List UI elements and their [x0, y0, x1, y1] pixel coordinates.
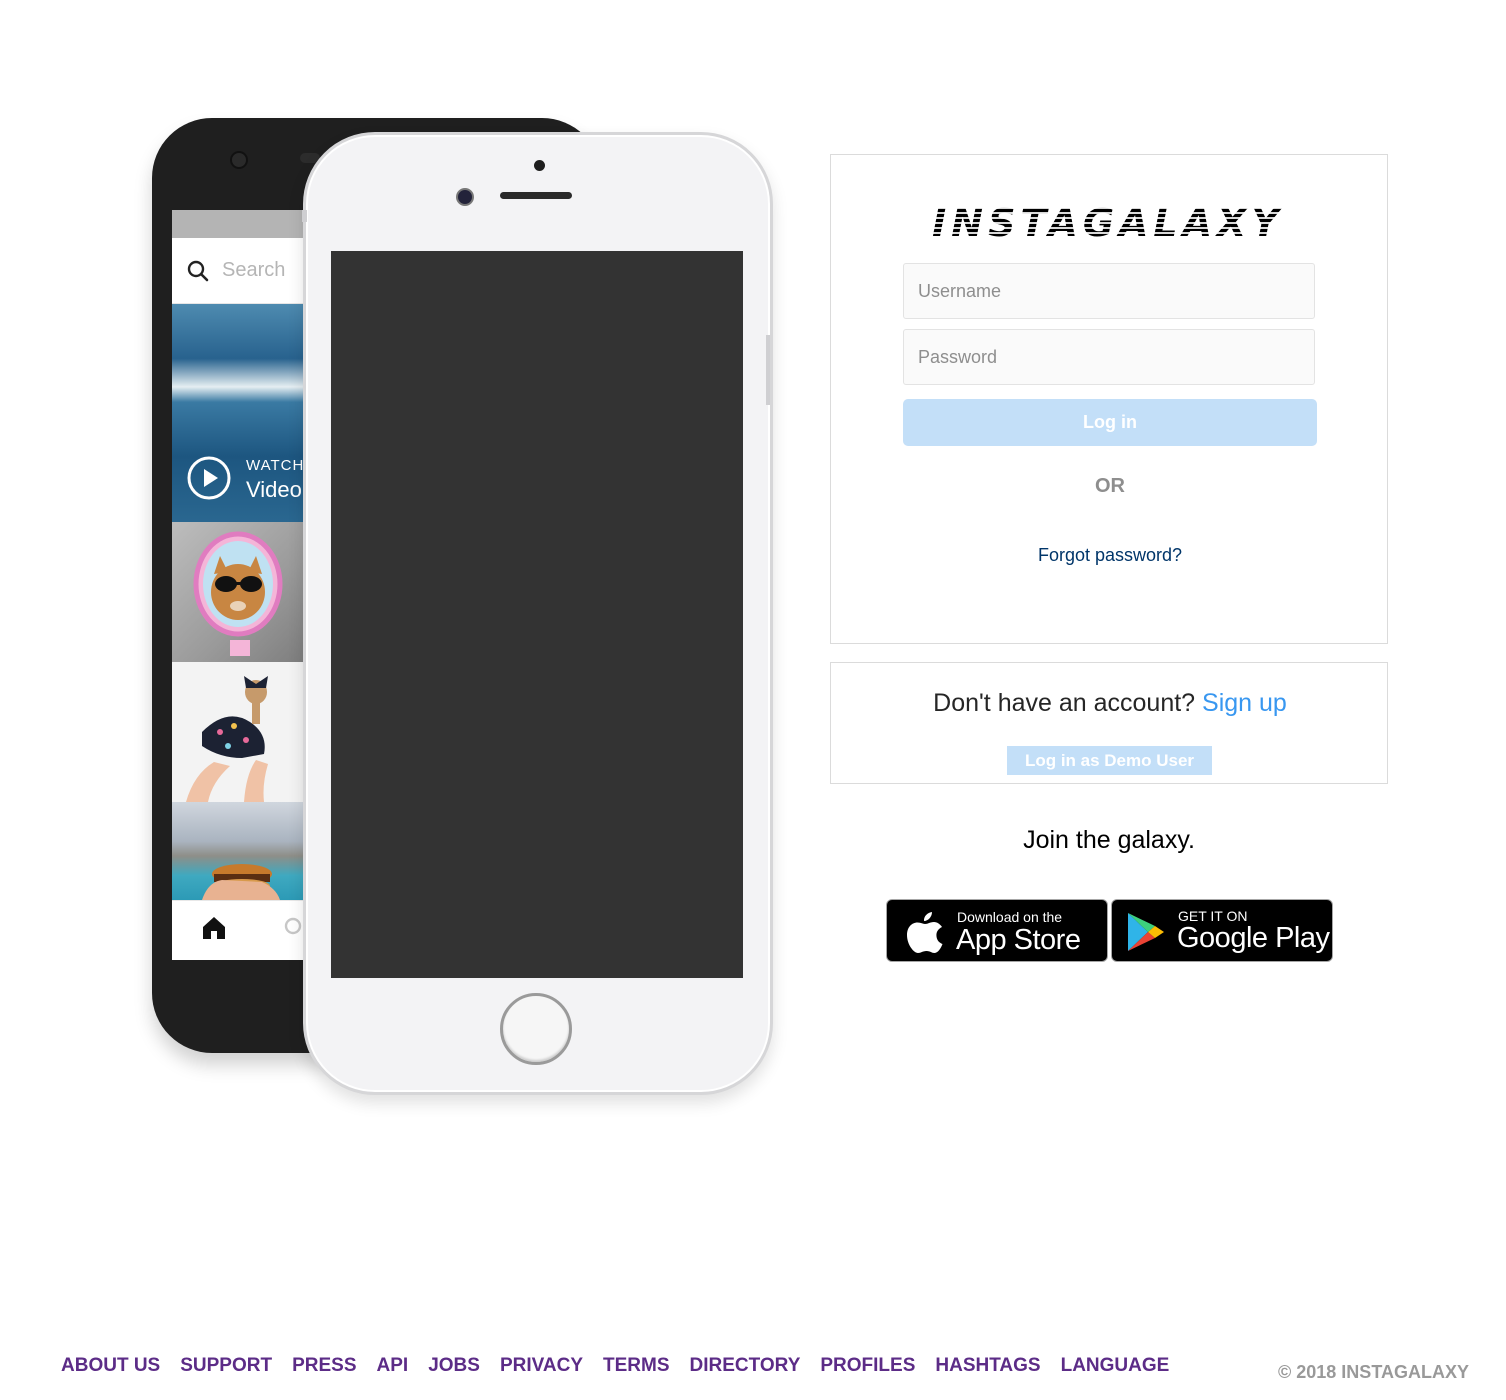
footer-link-about-us[interactable]: ABOUT US	[61, 1355, 160, 1377]
cat-mirror-illustration	[193, 531, 283, 656]
password-input[interactable]	[903, 329, 1315, 385]
android-camera	[230, 151, 248, 169]
or-divider: OR	[1095, 475, 1125, 497]
iphone-sensor	[534, 160, 545, 171]
burger-photo-tile	[172, 802, 307, 900]
footer-link-terms[interactable]: TERMS	[603, 1355, 670, 1377]
login-card: INSTAGALAXY Log in OR Forgot password?	[830, 154, 1388, 644]
footer-link-hashtags[interactable]: HASHTAGS	[935, 1355, 1040, 1377]
join-tagline: Join the galaxy.	[1023, 826, 1195, 854]
apple-icon	[907, 912, 943, 953]
signup-line: Don't have an account? Sign up	[831, 689, 1389, 718]
username-input[interactable]	[903, 263, 1315, 319]
signup-link[interactable]: Sign up	[1202, 689, 1287, 717]
app-store-big-text: App Store	[956, 924, 1081, 956]
brand-logo: INSTAGALAXY	[932, 201, 1284, 245]
dog-illustration	[186, 676, 268, 802]
home-icon	[203, 917, 225, 939]
login-button[interactable]: Log in	[903, 399, 1317, 446]
ocean-video-tile: WATCH Video	[172, 304, 307, 522]
footer-link-api[interactable]: API	[377, 1355, 409, 1377]
app-store-badge[interactable]: Download on the App Store	[886, 899, 1108, 962]
google-play-big-text: Google Play	[1177, 922, 1330, 954]
footer-link-support[interactable]: SUPPORT	[180, 1355, 272, 1377]
phone-search-placeholder: Search	[222, 259, 286, 281]
copyright: © 2018 INSTAGALAXY	[1278, 1362, 1469, 1382]
footer-nav: ABOUT US SUPPORT PRESS API JOBS PRIVACY …	[61, 1355, 1169, 1377]
footer-link-directory[interactable]: DIRECTORY	[690, 1355, 801, 1377]
video-title: Video	[246, 477, 302, 502]
iphone	[303, 132, 773, 1095]
footer-link-privacy[interactable]: PRIVACY	[500, 1355, 583, 1377]
iphone-screen	[331, 251, 743, 978]
footer-link-language[interactable]: LANGUAGE	[1061, 1355, 1170, 1377]
footer-link-jobs[interactable]: JOBS	[428, 1355, 480, 1377]
signup-card: Don't have an account? Sign up Log in as…	[830, 662, 1388, 784]
signup-prompt: Don't have an account?	[933, 689, 1196, 717]
android-screen: Search WATCH Video	[172, 210, 307, 960]
footer-link-press[interactable]: PRESS	[292, 1355, 356, 1377]
status-bar	[172, 210, 307, 238]
dog-photo-tile	[172, 662, 307, 802]
footer-link-profiles[interactable]: PROFILES	[820, 1355, 915, 1377]
app-store-small-text: Download on the	[957, 909, 1063, 925]
phones-illustration: Search WATCH Video	[150, 115, 780, 1115]
burger-illustration	[202, 864, 280, 900]
iphone-front-camera	[456, 188, 474, 206]
cat-photo-tile	[172, 522, 307, 662]
video-kicker: WATCH	[246, 457, 305, 474]
google-play-icon	[1128, 913, 1164, 951]
phone-bottom-nav	[172, 900, 307, 955]
iphone-side-button	[302, 210, 307, 222]
phone-search-bar: Search	[172, 238, 307, 304]
play-icon	[187, 456, 231, 500]
forgot-password-link[interactable]: Forgot password?	[831, 545, 1389, 566]
iphone-speaker	[500, 192, 572, 199]
search-icon	[187, 260, 209, 281]
google-play-badge[interactable]: GET IT ON Google Play	[1111, 899, 1333, 962]
iphone-home-button	[500, 993, 572, 1065]
iphone-power-button	[766, 335, 770, 405]
demo-login-button[interactable]: Log in as Demo User	[1007, 746, 1212, 775]
